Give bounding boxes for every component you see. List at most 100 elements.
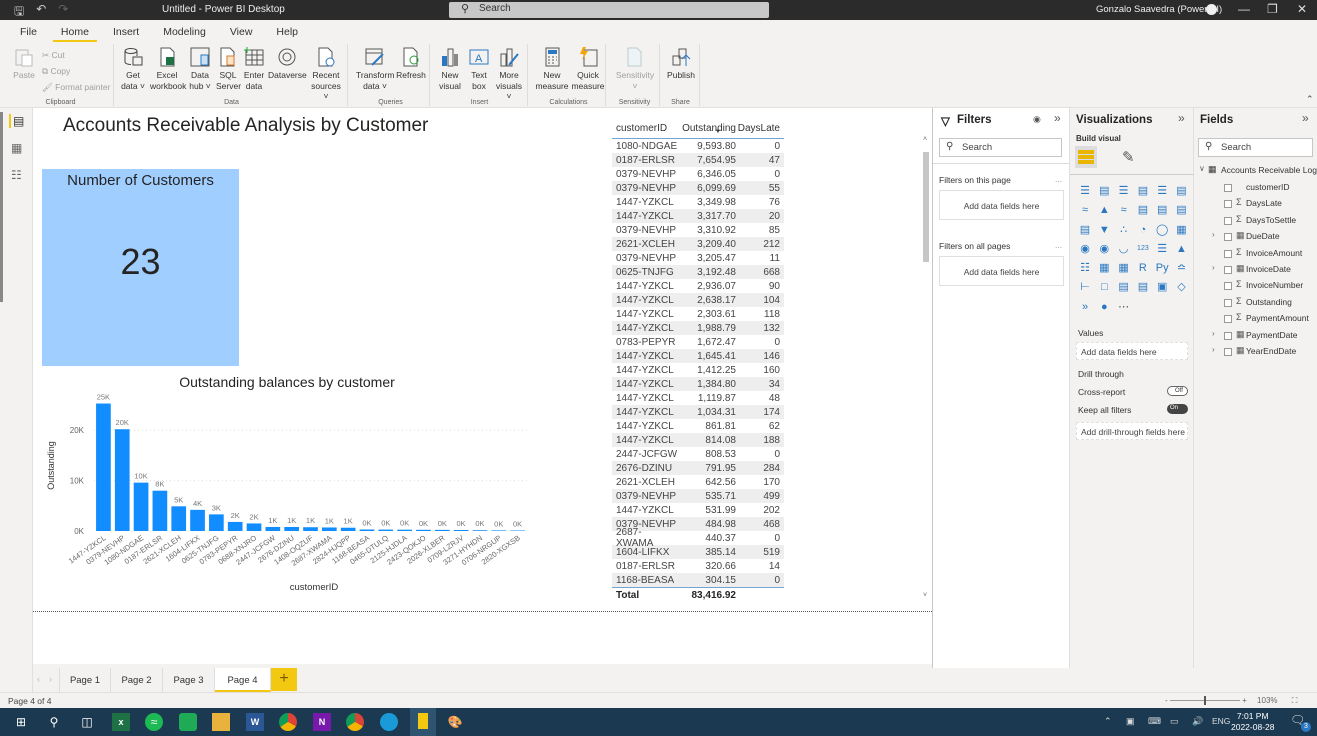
more-options-icon[interactable]: ... — [1055, 174, 1062, 184]
bar-0688-XNJRO[interactable] — [246, 523, 262, 531]
task-view-icon[interactable]: ◫ — [78, 713, 96, 731]
table-row[interactable]: 0379-NEVHP 6,346.05 0 — [612, 167, 784, 181]
collapse-viz-icon[interactable]: » — [1178, 111, 1185, 125]
cut-button[interactable]: ✂ Cut — [42, 50, 65, 61]
field-checkbox[interactable] — [1224, 315, 1232, 324]
fields-search[interactable]: ⚲ Search — [1198, 138, 1313, 157]
tab-page-4[interactable]: Page 4 — [215, 668, 271, 692]
enter-data-button[interactable]: Enter data — [242, 46, 266, 91]
python-visual-icon[interactable]: Py — [1155, 261, 1169, 275]
menu-help[interactable]: Help — [268, 20, 306, 42]
slicer-icon[interactable]: ☷ — [1078, 261, 1092, 275]
field-checkbox[interactable] — [1224, 233, 1232, 242]
data-view-icon[interactable]: ▦ — [11, 141, 22, 155]
get-data-button[interactable]: Get data ˅ — [120, 46, 146, 91]
stacked-bar-icon[interactable]: ☰ — [1078, 184, 1092, 198]
scroll-up-icon[interactable]: ˄ — [923, 136, 927, 143]
tab-page-1[interactable]: Page 1 — [59, 668, 111, 692]
bar-chart[interactable]: Outstanding balances by customer 0K 10K 20… — [42, 372, 532, 594]
scroll-thumb[interactable] — [923, 152, 929, 262]
bar-1168-BEASA[interactable] — [359, 529, 375, 531]
excel-workbook-button[interactable]: Excel workbook — [150, 46, 186, 91]
tab-page-3[interactable]: Page 3 — [163, 668, 215, 692]
field-item[interactable]: › ▦ DueDate — [1194, 230, 1317, 244]
bar-2621-XCLEH[interactable] — [171, 506, 187, 531]
search-box[interactable]: ⚲ Search — [449, 2, 769, 18]
filters-page-dropzone[interactable]: Add data fields here — [939, 190, 1064, 220]
menu-file[interactable]: File — [12, 20, 45, 42]
word-icon[interactable]: W — [246, 713, 264, 731]
table-row[interactable]: 1447-YZKCL 1,034.31 174 — [612, 405, 784, 419]
collapse-fields-icon[interactable]: » — [1302, 111, 1309, 125]
more-visuals-button[interactable]: More visuals ˅ — [494, 46, 524, 102]
table-row[interactable]: 1447-YZKCL 2,303.61 118 — [612, 307, 784, 321]
zoom-slider[interactable] — [1169, 696, 1240, 706]
donut-icon[interactable]: ◯ — [1155, 223, 1169, 237]
refresh-button[interactable]: Refresh — [396, 46, 426, 81]
new-visual-button[interactable]: New visual — [436, 46, 464, 91]
avatar[interactable] — [1206, 4, 1217, 15]
format-painter-button[interactable]: 🖌 Format painter — [42, 82, 110, 93]
field-checkbox[interactable] — [1224, 266, 1232, 274]
table-row[interactable]: 1447-YZKCL 2,638.17 104 — [612, 293, 784, 307]
network-icon[interactable]: ⌨ — [1148, 716, 1161, 727]
decomposition-tree-icon[interactable]: ⊢ — [1078, 280, 1092, 294]
multi-row-card-icon[interactable]: ☰ — [1155, 242, 1169, 256]
qa-icon[interactable]: □ — [1097, 280, 1111, 294]
model-view-icon[interactable]: ☷ — [11, 168, 22, 182]
minimize-button[interactable]: — — [1238, 2, 1250, 16]
clock[interactable]: 7:01 PM 2022-08-28 — [1231, 711, 1274, 733]
bar-0379-NEVHP[interactable] — [114, 429, 130, 531]
ribbon-icon[interactable]: ▤ — [1174, 203, 1188, 217]
table-row[interactable]: 0783-PEPYR 1,672.47 0 — [612, 335, 784, 349]
table-row[interactable]: 0187-ERLSR 7,654.95 47 — [612, 153, 784, 167]
field-checkbox[interactable] — [1224, 249, 1232, 258]
collapse-ribbon-icon[interactable]: ⌃ — [1306, 94, 1314, 105]
chevron-right-icon[interactable]: › — [1212, 230, 1215, 239]
table-row[interactable]: 0625-TNJFG 3,192.48 668 — [612, 265, 784, 279]
table-row[interactable]: 1447-YZKCL 1,412.25 160 — [612, 363, 784, 377]
clustered-column-icon[interactable]: ▤ — [1136, 184, 1150, 198]
field-item[interactable]: › ▦ YearEndDate — [1194, 345, 1317, 359]
more-icon[interactable]: ⋯ — [1117, 300, 1131, 314]
metrics-icon[interactable]: » — [1078, 300, 1092, 314]
field-item[interactable]: customerID — [1194, 181, 1317, 195]
funnel-icon[interactable]: ▼ — [1097, 223, 1111, 237]
prev-page-icon[interactable]: ‹ — [37, 674, 40, 684]
filters-search[interactable]: ⚲ Search — [939, 138, 1062, 157]
power-bi-icon[interactable] — [410, 708, 436, 736]
excel-icon[interactable]: x — [112, 713, 130, 731]
bar-2820-XGXSB[interactable] — [510, 530, 525, 531]
bar-1408-OQZUF[interactable] — [303, 527, 318, 531]
close-button[interactable]: ✕ — [1297, 2, 1307, 16]
keep-all-filters-toggle[interactable]: On — [1167, 404, 1188, 414]
100-bar-icon[interactable]: ☰ — [1155, 184, 1169, 198]
bar-0187-ERLSR[interactable] — [152, 490, 168, 531]
col-outstanding[interactable]: Outstanding — [678, 123, 736, 134]
data-table[interactable]: customerID Outstanding DaysLate 1080-NDG… — [612, 119, 784, 603]
next-page-icon[interactable]: › — [49, 674, 52, 684]
table-row[interactable]: 2687-XWAMA 440.37 0 — [612, 527, 784, 549]
chevron-right-icon[interactable]: › — [1212, 345, 1215, 354]
field-checkbox[interactable] — [1224, 184, 1232, 192]
field-checkbox[interactable] — [1224, 348, 1232, 356]
bar-2676-DZINU[interactable] — [284, 526, 300, 531]
power-apps-icon[interactable]: ▣ — [1155, 280, 1169, 294]
display-icon[interactable]: ▭ — [1170, 716, 1179, 727]
windows-start-icon[interactable]: ⊞ — [12, 713, 30, 731]
matrix-icon[interactable]: ▦ — [1117, 261, 1131, 275]
waterfall-icon[interactable]: ▤ — [1078, 223, 1092, 237]
paste-button[interactable]: Paste — [10, 46, 38, 81]
copy-button[interactable]: ⧉ Copy — [42, 66, 70, 77]
bar-2447-JCFGW[interactable] — [265, 526, 281, 531]
r-visual-icon[interactable]: R — [1136, 261, 1150, 275]
table-row[interactable]: 1447-YZKCL 531.99 202 — [612, 503, 784, 517]
sql-server-button[interactable]: SQL Server — [216, 46, 241, 91]
field-checkbox[interactable] — [1224, 282, 1232, 291]
treemap-icon[interactable]: ▦ — [1174, 223, 1188, 237]
bar-0709-LZRJV[interactable] — [453, 529, 469, 531]
bar-0625-TNJFG[interactable] — [209, 514, 224, 531]
chevron-right-icon[interactable]: › — [1212, 329, 1215, 338]
power-automate-icon[interactable]: ◇ — [1174, 280, 1188, 294]
edge-icon[interactable] — [380, 713, 398, 731]
